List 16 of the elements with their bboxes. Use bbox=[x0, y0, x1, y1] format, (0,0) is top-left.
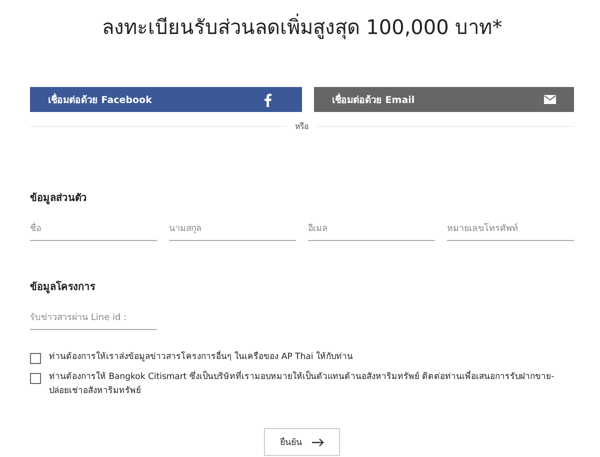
submit-button[interactable]: ยืนยัน bbox=[264, 428, 340, 456]
page-title: ลงทะเบียนรับส่วนลดเพิ่มสูงสุด 100,000 บาท* bbox=[100, 12, 504, 42]
consent-text: ท่านต้องการให้ Bangkok Citismart ซึ่งเป็นบริษัทที่เรามอบหมายให้เป็นตัวแทนด้านอสังหาริมทรัพย์ ติดต่อท่านเพื่อเสนอการรับฝากขาย-ปล่อยเช่าอสังหาริมทรัพย์ bbox=[49, 370, 556, 398]
input-field[interactable]: หมายเลขโทรศัพท์ bbox=[447, 220, 574, 241]
envelope-icon bbox=[544, 95, 556, 104]
arrow-right-icon bbox=[312, 438, 324, 446]
section-heading: ข้อมูลโครงการ bbox=[30, 280, 96, 294]
section-heading: ข้อมูลส่วนตัว bbox=[30, 191, 88, 205]
checkbox[interactable] bbox=[30, 353, 41, 364]
checkbox[interactable] bbox=[30, 373, 41, 384]
facebook-icon bbox=[264, 92, 272, 106]
input-field[interactable]: ชื่อ bbox=[30, 220, 157, 241]
consent-text: ท่านต้องการให้เราส่งข้อมูลข่าวสารโครงการอื่นๆ ในเครือของ AP Thai ให้กับท่าน bbox=[49, 350, 353, 364]
email-button[interactable]: เชื่อมต่อด้วย Email bbox=[314, 87, 574, 112]
divider-text: หรือ bbox=[295, 121, 309, 133]
facebook-button[interactable]: เชื่อมต่อด้วย Facebook bbox=[30, 87, 302, 112]
